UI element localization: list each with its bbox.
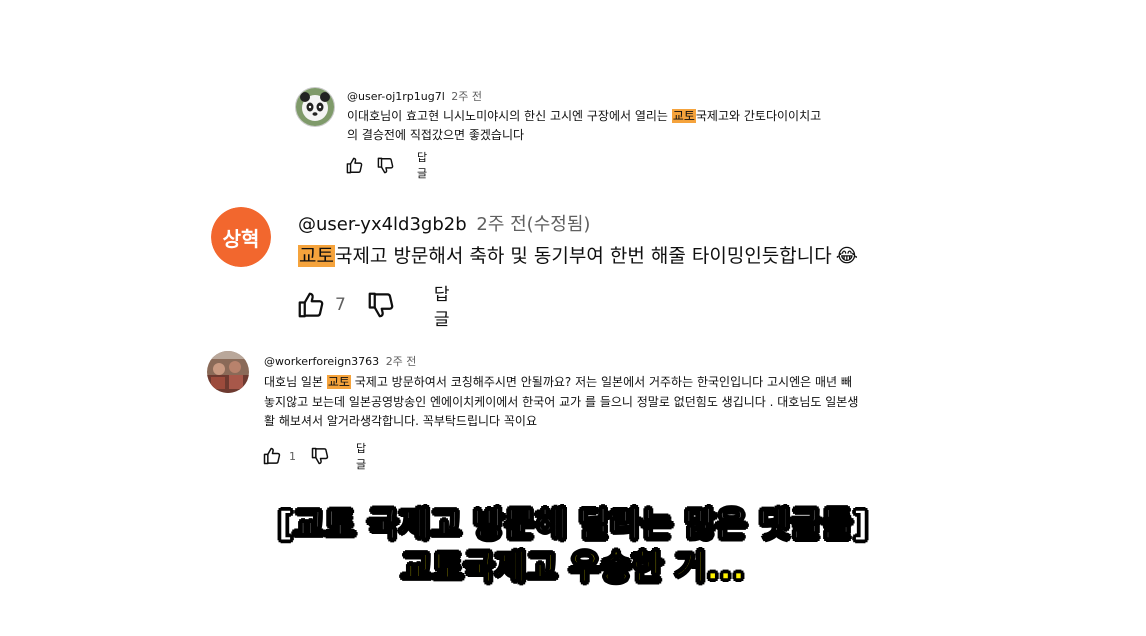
comment-line: 의 결승전에 직접갔으면 좋겠습니다: [347, 127, 525, 142]
comment-text: 대호님 일본 교토 국제고 방문하여서 코칭해주시면 안될까요? 저는 일본에서…: [264, 373, 984, 432]
comment-header: @workerforeign3763 2주 전: [264, 353, 416, 369]
like-icon[interactable]: [262, 446, 282, 466]
avatar[interactable]: 상혁: [211, 207, 271, 267]
avatar-initials: 상혁: [222, 226, 260, 251]
comment-handle[interactable]: @user-yx4ld3gb2b: [298, 214, 467, 235]
comment-actions: 7 답글: [296, 285, 449, 330]
comment-header: @user-oj1rp1ug7l 2주 전: [347, 88, 482, 104]
like-count: 1: [289, 449, 296, 463]
comment-handle[interactable]: @user-oj1rp1ug7l: [347, 90, 445, 103]
comment-actions: 답글: [345, 151, 427, 180]
reply-button[interactable]: 답글: [434, 280, 450, 330]
like-count: 7: [335, 295, 346, 315]
comment-line: 놓지않고 보는데 일본공영방송인 엔에이치케이에서 한국어 교가 를 들으니 정…: [264, 394, 859, 409]
avatar[interactable]: [295, 87, 335, 127]
highlight: 교토: [298, 245, 335, 267]
reply-button[interactable]: 답글: [417, 149, 427, 181]
like-icon[interactable]: [296, 290, 326, 320]
highlight: 교토: [671, 109, 696, 123]
comment-text: 이대호님이 효고현 니시노미야시의 한신 고시엔 구장에서 열리는 교토국제고와…: [347, 107, 887, 144]
comment-time[interactable]: 2주 전: [451, 90, 482, 103]
highlight: 교토: [326, 375, 351, 389]
comment-header: @user-yx4ld3gb2b 2주 전(수정됨): [298, 210, 590, 236]
avatar[interactable]: [207, 351, 249, 393]
caption-line-2: 교토국제고 우승한 거...: [400, 547, 745, 589]
reply-button[interactable]: 답글: [356, 440, 366, 472]
comment-time[interactable]: 2주 전: [386, 355, 417, 368]
dislike-icon[interactable]: [376, 156, 395, 175]
comment-line: 활 해보셔서 알거라생각합니다. 꼭부탁드립니다 꼭이요: [264, 414, 537, 429]
photo-avatar-icon: [207, 351, 249, 393]
comment-actions: 1 답글: [262, 442, 366, 471]
dislike-icon[interactable]: [366, 290, 396, 320]
comment-text: 교토국제고 방문해서 축하 및 동기부여 한번 해줄 타이밍인듯합니다 😂: [298, 245, 858, 267]
panda-avatar-icon: [296, 88, 334, 126]
comment-handle[interactable]: @workerforeign3763: [264, 355, 379, 368]
comment-line: 대호님 일본 교토 국제고 방문하여서 코칭해주시면 안될까요? 저는 일본에서…: [264, 375, 852, 389]
dislike-icon[interactable]: [310, 446, 330, 466]
comment-time[interactable]: 2주 전(수정됨): [476, 214, 590, 235]
comment-line: 이대호님이 효고현 니시노미야시의 한신 고시엔 구장에서 열리는 교토국제고와…: [347, 109, 822, 123]
laughing-emoji-icon: 😂: [835, 245, 858, 267]
like-icon[interactable]: [345, 156, 364, 175]
caption-line-1: [교토 국제고 방문해 달라는 많은 댓글들]: [277, 504, 869, 546]
